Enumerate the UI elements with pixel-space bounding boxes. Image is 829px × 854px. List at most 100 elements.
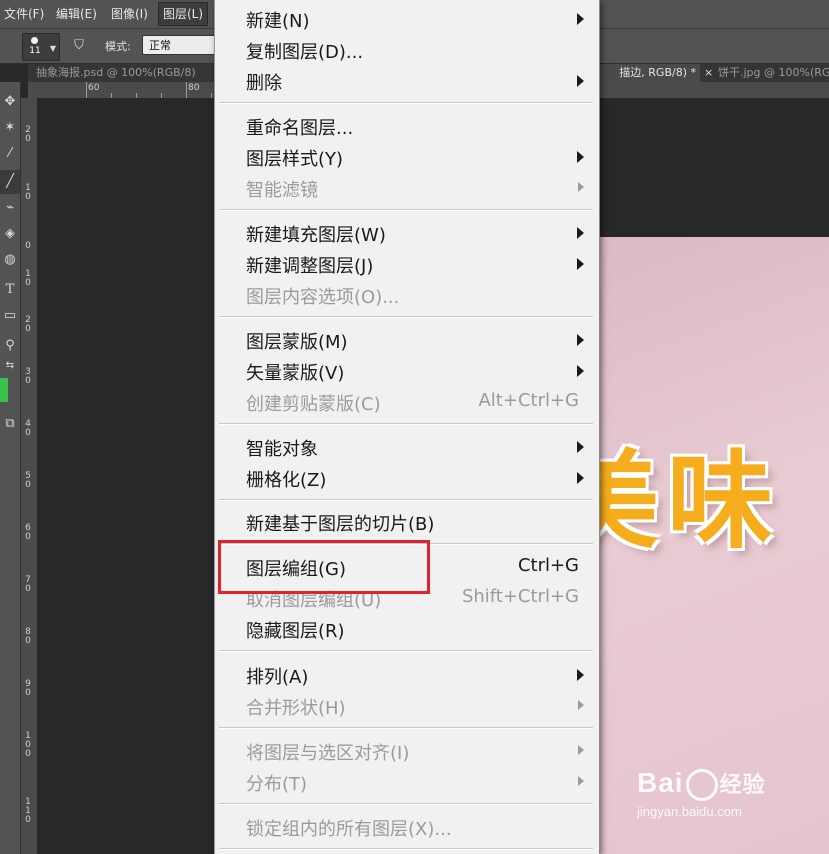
submenu-arrow-icon [577, 75, 584, 87]
eyedropper-icon[interactable]: ⁄ [0, 142, 20, 166]
menu-item-label: 创建剪贴蒙版(C) [246, 394, 381, 415]
menu-separator [219, 543, 593, 545]
mode-label: 模式: [105, 40, 131, 53]
menu-item-new-layer-based-slice[interactable]: 新建基于图层的切片(B) [215, 507, 599, 537]
menu-item-duplicate-layer[interactable]: 复制图层(D)... [215, 35, 599, 65]
menu-separator [219, 650, 593, 652]
menu-item-label: 新建基于图层的切片(B) [246, 514, 435, 535]
submenu-arrow-icon [577, 472, 584, 484]
menu-item-label: 智能对象 [246, 439, 318, 460]
menu-item-label: 新建(N) [246, 11, 310, 32]
menu-item-new-fill-layer[interactable]: 新建填充图层(W) [215, 218, 599, 248]
submenu-arrow-icon [577, 441, 584, 453]
menu-item-new[interactable]: 新建(N) [215, 4, 599, 34]
clone-stamp-icon[interactable]: ⌁ [0, 196, 20, 220]
brush-preset-picker[interactable]: 11 ▼ [22, 33, 60, 61]
menu-item-rasterize[interactable]: 栅格化(Z) [215, 463, 599, 493]
menu-item-label: 图层编组(G) [246, 559, 346, 580]
submenu-arrow-icon [578, 745, 584, 755]
submenu-arrow-icon [577, 13, 584, 25]
menu-item-label: 将图层与选区对齐(I) [246, 743, 410, 764]
menu-separator [219, 499, 593, 501]
submenu-arrow-icon [578, 776, 584, 786]
submenu-arrow-icon [577, 669, 584, 681]
ruler-label: 0 [25, 241, 31, 251]
ruler-label: 60 [88, 83, 100, 93]
artwork-glyph: 味 [667, 440, 773, 563]
menu-edit[interactable]: 编辑(E) [52, 0, 101, 28]
menu-image[interactable]: 图像(I) [107, 0, 152, 28]
baidu-watermark: Bai 经验 jingyan.baidu.com [637, 767, 766, 819]
menu-item-delete[interactable]: 删除 [215, 66, 599, 96]
ruler-vertical: 2 0 1 0 0 1 0 2 0 3 0 4 0 5 0 6 0 7 0 8 … [21, 98, 38, 854]
move-tool-icon[interactable]: ✥ [0, 90, 20, 114]
menu-item-label: 排列(A) [246, 667, 309, 688]
ruler-label: 3 0 [25, 367, 31, 386]
menu-item-arrange[interactable]: 排列(A) [215, 660, 599, 690]
screen-mode-icon[interactable]: ⧉ [0, 412, 20, 436]
menu-item-label: 删除 [246, 73, 282, 94]
menu-item-label: 新建填充图层(W) [246, 225, 386, 246]
ruler-label: 1 1 0 [25, 797, 31, 825]
document-canvas[interactable]: 美 味 Bai 经验 jingyan.baidu.com [597, 237, 829, 854]
layer-menu-dropdown: 新建(N) 复制图层(D)... 删除 重命名图层... 图层样式(Y) 智能滤… [214, 0, 600, 854]
paw-icon [685, 768, 718, 801]
menu-item-rename-layer[interactable]: 重命名图层... [215, 111, 599, 141]
submenu-arrow-icon [577, 365, 584, 377]
doc-tab-label: 饼干.jpg @ 100%(RGB/8) [718, 66, 829, 79]
ruler-label: 1 0 [25, 269, 31, 288]
ruler-label: 1 0 [25, 183, 31, 202]
menu-item-new-adjustment-layer[interactable]: 新建调整图层(J) [215, 249, 599, 279]
menu-item-label: 图层蒙版(M) [246, 332, 348, 353]
menu-layer[interactable]: 图层(L) [158, 2, 209, 26]
menu-item-label: 栅格化(Z) [246, 470, 327, 491]
submenu-arrow-icon [578, 182, 584, 192]
menu-separator [219, 803, 593, 805]
doc-tab-biscuit[interactable]: 饼干.jpg @ 100%(RGB/8) [704, 64, 829, 82]
menu-item-label: 分布(T) [246, 774, 308, 795]
menu-item-smart-filter: 智能滤镜 [215, 173, 599, 203]
sponge-icon[interactable]: ◍ [0, 248, 20, 272]
menu-item-hide-layers[interactable]: 隐藏图层(R) [215, 614, 599, 644]
brush-tool-icon[interactable]: ╱ [0, 170, 20, 194]
doc-tab-stroke[interactable]: 描边, RGB/8) * [596, 64, 700, 82]
menu-item-group-layers[interactable]: 图层编组(G) Ctrl+G [215, 552, 599, 582]
magic-wand-icon[interactable]: ✶ [0, 116, 20, 140]
paint-bucket-icon[interactable]: ◈ [0, 222, 20, 246]
menu-item-label: 重命名图层... [246, 118, 354, 139]
doc-tab-label: 抽象海报.psd @ 100%(RGB/8) [36, 66, 196, 79]
doc-tab-poster[interactable]: 抽象海报.psd @ 100%(RGB/8) [36, 64, 226, 82]
submenu-arrow-icon [577, 258, 584, 270]
watermark-url: jingyan.baidu.com [637, 803, 742, 819]
menu-item-lock-all-layers-in-group: 锁定组内的所有图层(X)... [215, 812, 599, 842]
ruler-label: 8 0 [25, 627, 31, 646]
swap-colors-icon[interactable]: ⇆ [0, 354, 20, 378]
menu-item-align-layers-to-selection: 将图层与选区对齐(I) [215, 736, 599, 766]
menu-item-layer-mask[interactable]: 图层蒙版(M) [215, 325, 599, 355]
menu-item-label: 隐藏图层(R) [246, 621, 345, 642]
menu-item-layer-style[interactable]: 图层样式(Y) [215, 142, 599, 172]
menu-item-label: 矢量蒙版(V) [246, 363, 345, 384]
mode-select[interactable]: 正常 [142, 35, 218, 55]
foreground-color-swatch[interactable] [0, 378, 8, 402]
menu-item-shortcut: Ctrl+G [517, 555, 579, 576]
menu-item-label: 图层内容选项(O)... [246, 287, 400, 308]
menu-separator [219, 727, 593, 729]
text-tool-icon[interactable]: T [0, 278, 20, 302]
menu-item-label: 合并形状(H) [246, 698, 346, 719]
menu-separator [219, 848, 593, 850]
menu-separator [219, 423, 593, 425]
chevron-down-icon: ▼ [49, 44, 56, 53]
menu-item-label: 图层样式(Y) [246, 149, 344, 170]
ruler-label: 6 0 [25, 523, 31, 542]
menu-item-vector-mask[interactable]: 矢量蒙版(V) [215, 356, 599, 386]
menu-item-smart-object[interactable]: 智能对象 [215, 432, 599, 462]
rectangle-tool-icon[interactable]: ▭ [0, 304, 20, 328]
submenu-arrow-icon [577, 227, 584, 239]
ruler-label: 7 0 [25, 575, 31, 594]
menu-item-label: 智能滤镜 [246, 180, 318, 201]
menu-item-ungroup-layers: 取消图层编组(U) Shift+Ctrl+G [215, 583, 599, 613]
menu-file[interactable]: 文件(F) [0, 0, 48, 28]
watermark-logo-right: 经验 [719, 773, 766, 798]
brush-panel-toggle-icon[interactable]: ⛉ [68, 36, 90, 56]
